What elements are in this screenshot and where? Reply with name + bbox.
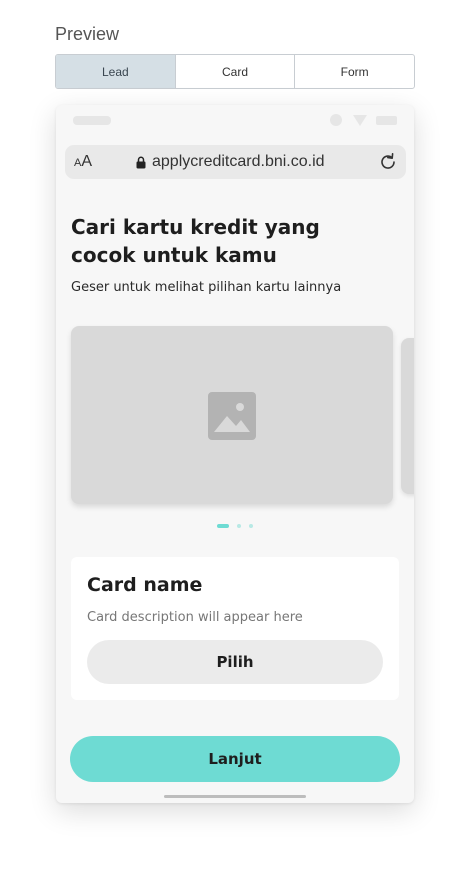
lock-icon [136,156,146,169]
card-info-panel: Card name Card description will appear h… [71,557,399,700]
url-text: applycreditcard.bni.co.id [152,153,325,170]
tab-card[interactable]: Card [176,55,296,88]
page-subline: Geser untuk melihat pilihan kartu lainny… [71,280,342,295]
page-headline: Cari kartu kredit yang cocok untuk kamu [71,215,320,267]
tab-lead[interactable]: Lead [56,55,176,88]
home-indicator [164,795,306,798]
carousel-dot-2[interactable] [237,524,241,528]
carousel-dot-3[interactable] [249,524,253,528]
status-bar [56,105,414,135]
wifi-icon [353,115,367,126]
battery-icon [376,116,397,125]
reload-icon[interactable] [378,152,398,172]
image-placeholder-icon [208,392,256,440]
preview-title: Preview [55,24,120,44]
select-card-button[interactable]: Pilih [87,640,383,684]
card-carousel-next-slide[interactable] [401,338,414,494]
tab-form[interactable]: Form [295,55,414,88]
carousel-dot-1[interactable] [217,524,229,528]
next-button[interactable]: Lanjut [70,736,400,782]
signal-icon [330,114,342,126]
preview-tabs: Lead Card Form [55,54,415,89]
text-size-icon[interactable]: AA [74,153,92,171]
status-time-placeholder [73,116,111,125]
card-description: Card description will appear here [87,610,303,625]
phone-preview: AA applycreditcard.bni.co.id Cari kartu … [56,105,414,803]
card-name: Card name [87,574,203,596]
card-carousel-slide[interactable] [71,326,393,504]
browser-url-bar[interactable]: AA applycreditcard.bni.co.id [65,145,406,179]
